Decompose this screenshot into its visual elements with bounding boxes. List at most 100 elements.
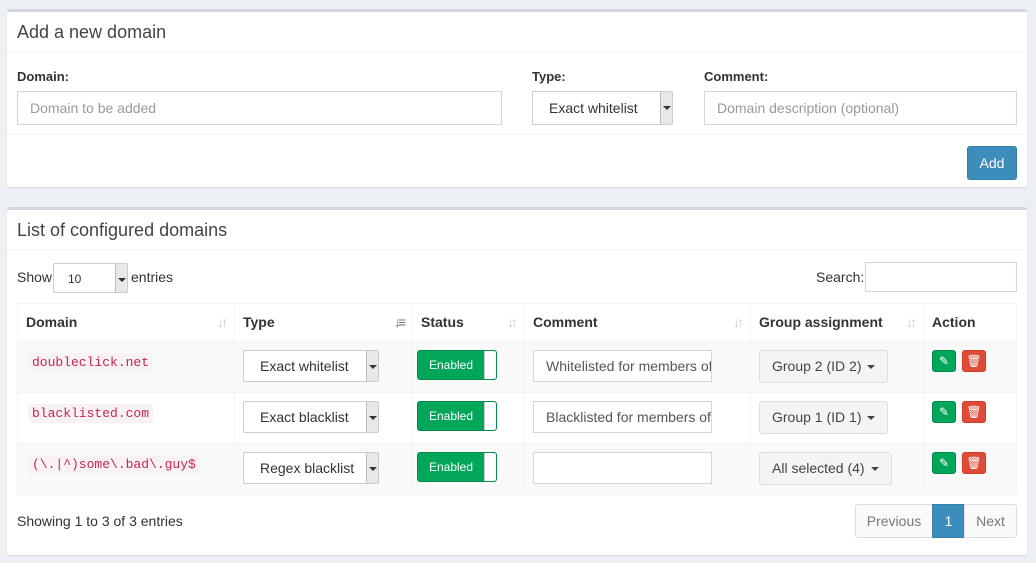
type-cell: Regex blacklist bbox=[234, 443, 413, 495]
row-comment-input[interactable]: Blacklisted for members of group 1 bbox=[533, 401, 712, 433]
chevron-down-icon bbox=[366, 351, 378, 381]
type-cell: Exact blacklist bbox=[234, 392, 413, 444]
trash-icon: 🗑 bbox=[966, 405, 982, 419]
pagination-page-1[interactable]: 1 bbox=[932, 504, 965, 538]
toggle-handle bbox=[484, 402, 496, 430]
comment-cell: Blacklisted for members of group 1 bbox=[524, 392, 751, 444]
table-header-row: Domain ↓↑ Type ↓≡ Status ↓↑ Comment ↓↑ Group… bbox=[17, 303, 1017, 342]
edit-button[interactable]: ✎ bbox=[932, 401, 956, 423]
column-header-group[interactable]: Group assignment ↓↑ bbox=[750, 303, 924, 342]
status-toggle-label: Enabled bbox=[428, 358, 474, 372]
domain-cell: doubleclick.net bbox=[17, 341, 235, 393]
column-header-type[interactable]: Type ↓≡ bbox=[234, 303, 413, 342]
chevron-down-icon bbox=[115, 264, 127, 292]
column-label: Group assignment bbox=[759, 314, 883, 330]
search-label: Search: bbox=[816, 269, 865, 285]
status-cell: Enabled bbox=[412, 341, 525, 393]
domain-value: blacklisted.com bbox=[28, 404, 154, 423]
add-panel-divider bbox=[7, 134, 1027, 135]
table-row: doubleclick.net Exact whitelist Enabled … bbox=[17, 341, 1017, 393]
edit-button[interactable]: ✎ bbox=[932, 350, 956, 372]
column-label: Type bbox=[243, 314, 275, 330]
status-toggle-label: Enabled bbox=[428, 409, 474, 423]
edit-button[interactable]: ✎ bbox=[932, 452, 956, 474]
comment-cell: Whitelisted for members of group 2 bbox=[524, 341, 751, 393]
pagination-previous[interactable]: Previous bbox=[855, 504, 933, 538]
domain-value: doubleclick.net bbox=[28, 353, 154, 372]
group-assignment-label: Group 1 (ID 1) bbox=[772, 409, 862, 425]
group-cell: Group 2 (ID 2) bbox=[750, 341, 924, 393]
row-type-value: Regex blacklist bbox=[260, 460, 355, 476]
delete-button[interactable]: 🗑 bbox=[962, 401, 986, 423]
pencil-icon: ✎ bbox=[938, 456, 950, 470]
comment-label: Comment: bbox=[704, 69, 769, 84]
domain-list-panel: List of configured domains Show 10 entri… bbox=[7, 207, 1027, 555]
pencil-icon: ✎ bbox=[938, 354, 950, 368]
row-comment-input[interactable]: Whitelisted for members of group 2 bbox=[533, 350, 712, 382]
type-label: Type: bbox=[532, 69, 566, 84]
pencil-icon: ✎ bbox=[938, 405, 950, 419]
row-type-value: Exact whitelist bbox=[260, 358, 349, 374]
status-cell: Enabled bbox=[412, 443, 525, 495]
action-cell: ✎ 🗑 bbox=[923, 392, 1017, 444]
toggle-handle bbox=[484, 453, 496, 481]
group-assignment-button[interactable]: All selected (4) bbox=[759, 452, 892, 485]
domain-input[interactable] bbox=[17, 91, 502, 125]
domains-table: Domain ↓↑ Type ↓≡ Status ↓↑ Comment ↓↑ Group… bbox=[17, 303, 1017, 495]
entries-select[interactable]: 10 bbox=[53, 263, 128, 293]
status-toggle-label: Enabled bbox=[428, 460, 474, 474]
pagination-next[interactable]: Next bbox=[964, 504, 1017, 538]
column-header-status[interactable]: Status ↓↑ bbox=[412, 303, 525, 342]
type-select-value: Exact whitelist bbox=[549, 100, 638, 116]
show-label: Show bbox=[17, 269, 53, 285]
column-label: Status bbox=[421, 314, 464, 330]
add-domain-title: Add a new domain bbox=[17, 22, 167, 42]
status-toggle[interactable]: Enabled bbox=[417, 350, 497, 380]
column-header-domain[interactable]: Domain ↓↑ bbox=[17, 303, 235, 342]
domain-cell: blacklisted.com bbox=[17, 392, 235, 444]
column-header-comment[interactable]: Comment ↓↑ bbox=[524, 303, 751, 342]
add-button[interactable]: Add bbox=[967, 146, 1017, 180]
column-label: Comment bbox=[533, 314, 598, 330]
action-cell: ✎ 🗑 bbox=[923, 341, 1017, 393]
entries-label: entries bbox=[131, 269, 174, 285]
delete-button[interactable]: 🗑 bbox=[962, 452, 986, 474]
caret-down-icon bbox=[867, 365, 876, 370]
search-input[interactable] bbox=[865, 262, 1017, 292]
caret-down-icon bbox=[870, 467, 879, 472]
caret-down-icon bbox=[867, 416, 876, 421]
group-cell: Group 1 (ID 1) bbox=[750, 392, 924, 444]
row-type-select[interactable]: Exact blacklist bbox=[243, 401, 379, 433]
comment-input[interactable] bbox=[704, 91, 1017, 125]
domain-list-header: List of configured domains bbox=[7, 210, 1027, 250]
sort-icon: ↓↑ bbox=[906, 314, 917, 330]
status-toggle[interactable]: Enabled bbox=[417, 401, 497, 431]
action-cell: ✎ 🗑 bbox=[923, 443, 1017, 495]
trash-icon: 🗑 bbox=[966, 354, 982, 368]
group-assignment-button[interactable]: Group 1 (ID 1) bbox=[759, 401, 889, 434]
sort-icon: ↓↑ bbox=[733, 314, 744, 330]
type-select[interactable]: Exact whitelist bbox=[532, 91, 673, 125]
status-toggle[interactable]: Enabled bbox=[417, 452, 497, 482]
group-assignment-label: Group 2 (ID 2) bbox=[772, 358, 862, 374]
row-type-value: Exact blacklist bbox=[260, 409, 349, 425]
chevron-down-icon bbox=[660, 92, 672, 124]
sort-icon: ↓↑ bbox=[217, 314, 228, 330]
column-label: Domain bbox=[26, 314, 78, 330]
chevron-down-icon bbox=[366, 453, 378, 483]
sort-icon: ↓↑ bbox=[507, 314, 518, 330]
domain-cell: (\.|^)some\.bad\.guy$ bbox=[17, 443, 235, 495]
trash-icon: 🗑 bbox=[966, 456, 982, 470]
domain-value: (\.|^)some\.bad\.guy$ bbox=[28, 455, 200, 474]
column-label: Action bbox=[932, 314, 976, 330]
row-type-select[interactable]: Regex blacklist bbox=[243, 452, 379, 484]
table-row: blacklisted.com Exact blacklist Enabled … bbox=[17, 392, 1017, 444]
row-comment-input[interactable] bbox=[533, 452, 712, 484]
type-cell: Exact whitelist bbox=[234, 341, 413, 393]
group-assignment-button[interactable]: Group 2 (ID 2) bbox=[759, 350, 889, 383]
table-row: (\.|^)some\.bad\.guy$ Regex blacklist En… bbox=[17, 443, 1017, 495]
row-type-select[interactable]: Exact whitelist bbox=[243, 350, 379, 382]
table-info: Showing 1 to 3 of 3 entries bbox=[17, 513, 183, 529]
delete-button[interactable]: 🗑 bbox=[962, 350, 986, 372]
toggle-handle bbox=[484, 351, 496, 379]
